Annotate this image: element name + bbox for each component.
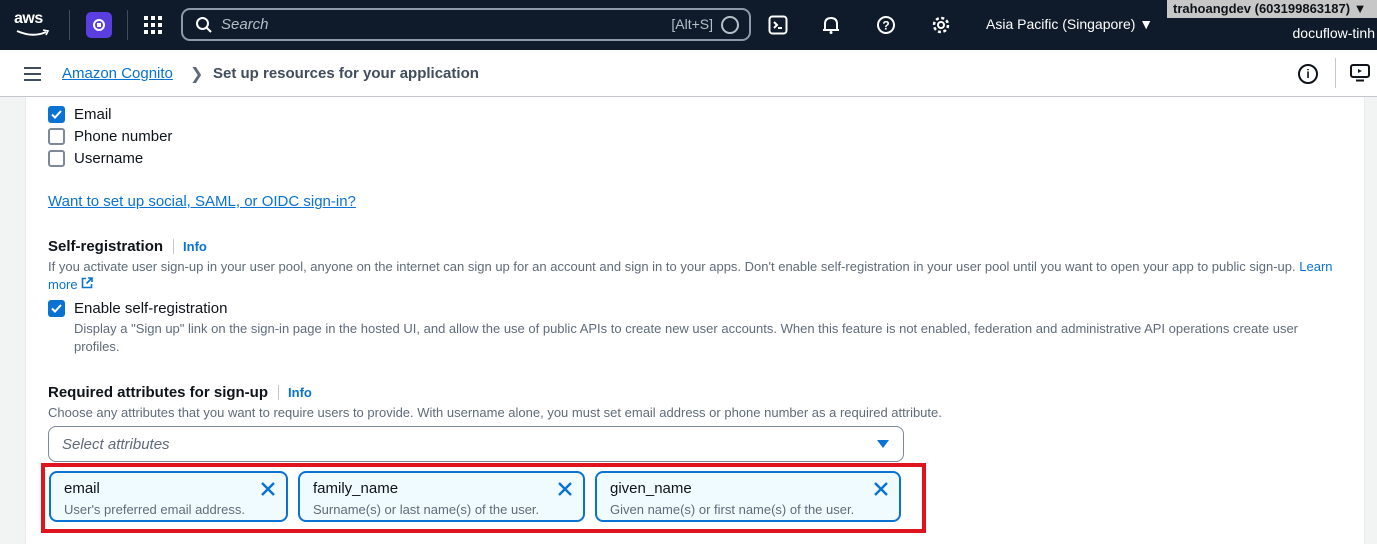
main-content-panel: Email Phone number Username Want to set … xyxy=(25,97,1365,544)
breadcrumb-current: Set up resources for your application xyxy=(213,65,479,82)
checkbox-username[interactable] xyxy=(48,150,65,167)
cognito-service-icon[interactable] xyxy=(86,12,112,38)
signin-option-username[interactable]: Username xyxy=(48,150,143,167)
user-name[interactable]: docuflow-tinh xyxy=(1293,25,1376,41)
help-icon[interactable]: ? xyxy=(874,13,898,37)
enable-self-registration[interactable]: Enable self-registration xyxy=(48,300,227,317)
amazon-q-icon[interactable] xyxy=(721,16,739,34)
cloudshell-icon[interactable] xyxy=(766,13,790,37)
search-input[interactable] xyxy=(221,16,641,33)
signin-option-email[interactable]: Email xyxy=(48,106,112,123)
search-icon xyxy=(196,16,212,33)
social-signin-link[interactable]: Want to set up social, SAML, or OIDC sig… xyxy=(48,193,356,210)
required-attributes-description: Choose any attributes that you want to r… xyxy=(48,405,942,420)
menu-icon[interactable] xyxy=(24,67,41,81)
self-registration-heading: Self-registration Info xyxy=(48,238,207,255)
attribute-token-email: email User's preferred email address. xyxy=(49,471,288,522)
services-grid-icon[interactable] xyxy=(144,16,162,34)
token-description: Given name(s) or first name(s) of the us… xyxy=(610,502,855,517)
checkbox-phone-number[interactable] xyxy=(48,128,65,145)
tools-panel-icon[interactable] xyxy=(1350,64,1370,82)
section-title: Required attributes for sign-up xyxy=(48,384,269,401)
checkbox-label: Phone number xyxy=(74,128,173,145)
attribute-token-family-name: family_name Surname(s) or last name(s) o… xyxy=(298,471,585,522)
breadcrumb-parent-link[interactable]: Amazon Cognito xyxy=(62,65,173,82)
svg-text:?: ? xyxy=(882,19,889,33)
checkbox-enable-self-registration[interactable] xyxy=(48,300,65,317)
bell-icon[interactable] xyxy=(819,13,843,37)
aws-logo-text: aws xyxy=(14,10,43,27)
chevron-right-icon: ❯ xyxy=(190,66,204,83)
self-registration-description: If you activate user sign-up in your use… xyxy=(48,258,1338,294)
description-text: If you activate user sign-up in your use… xyxy=(48,259,1296,274)
global-search[interactable]: [Alt+S] xyxy=(181,8,751,41)
external-link-icon xyxy=(81,277,94,289)
checkbox-label: Email xyxy=(74,106,112,123)
checkbox-label: Username xyxy=(74,150,144,167)
region-selector[interactable]: Asia Pacific (Singapore) ▼ xyxy=(986,16,1153,32)
account-menu[interactable]: trahoangdev (603199863187) ▼ xyxy=(1167,0,1377,18)
signin-option-phone[interactable]: Phone number xyxy=(48,128,172,145)
token-name: given_name xyxy=(610,480,692,497)
token-description: User's preferred email address. xyxy=(64,502,245,517)
select-placeholder: Select attributes xyxy=(62,436,170,453)
gear-icon[interactable] xyxy=(929,13,953,37)
select-attributes-dropdown[interactable]: Select attributes xyxy=(48,426,904,462)
caret-down-icon xyxy=(877,440,889,448)
remove-icon[interactable] xyxy=(557,481,573,497)
token-description: Surname(s) or last name(s) of the user. xyxy=(313,502,540,517)
token-name: email xyxy=(64,480,100,497)
navbar-divider xyxy=(1335,58,1336,88)
section-title: Self-registration xyxy=(48,238,164,255)
top-navigation-bar: aws [Alt+S] ? Asia Pacific (Singapore) ▼… xyxy=(0,0,1377,50)
topbar-divider xyxy=(69,10,70,40)
aws-smile-icon xyxy=(16,29,50,36)
checkbox-label: Enable self-registration xyxy=(74,300,228,317)
enable-self-registration-description: Display a "Sign up" link on the sign-in … xyxy=(74,321,1299,354)
topbar-divider xyxy=(127,10,128,40)
token-name: family_name xyxy=(313,480,399,497)
remove-icon[interactable] xyxy=(873,481,889,497)
info-link[interactable]: Info xyxy=(173,239,207,254)
info-link[interactable]: Info xyxy=(278,385,312,400)
info-panel-icon[interactable]: i xyxy=(1298,64,1318,84)
aws-logo[interactable]: aws xyxy=(14,10,54,40)
remove-icon[interactable] xyxy=(260,481,276,497)
checkbox-email[interactable] xyxy=(48,106,65,123)
breadcrumb-bar: Amazon Cognito ❯ Set up resources for yo… xyxy=(0,50,1377,97)
attribute-token-given-name: given_name Given name(s) or first name(s… xyxy=(595,471,901,522)
required-attributes-heading: Required attributes for sign-up Info xyxy=(48,384,312,401)
search-shortcut: [Alt+S] xyxy=(671,16,713,32)
